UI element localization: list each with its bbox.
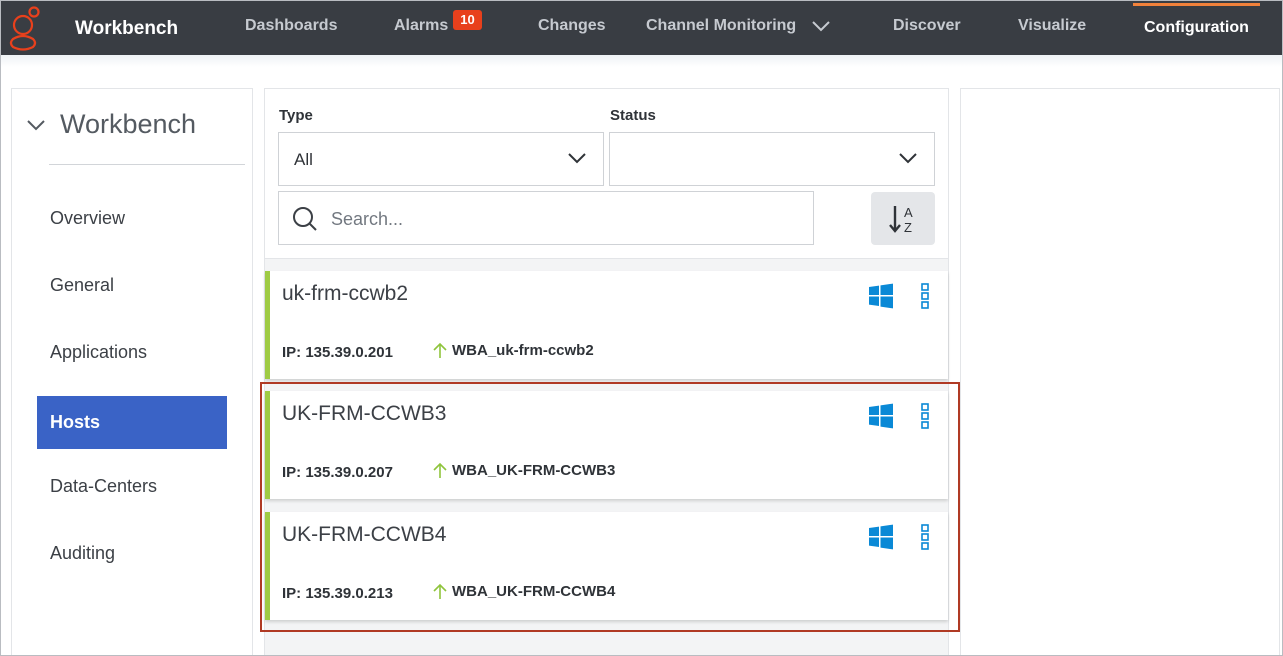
- host-name[interactable]: uk-frm-ccwb2: [282, 282, 408, 306]
- alarms-count-badge: 10: [453, 10, 482, 30]
- host-application[interactable]: WBA_uk-frm-ccwb2: [432, 341, 594, 359]
- nav-visualize[interactable]: Visualize: [1018, 17, 1086, 35]
- sidebar-item-overview[interactable]: Overview: [37, 192, 227, 245]
- topbar-shadow: [1, 55, 1282, 67]
- genesys-logo-icon[interactable]: [9, 5, 43, 51]
- type-filter-select[interactable]: All: [278, 132, 604, 186]
- search-input[interactable]: [331, 207, 791, 231]
- search-icon: [293, 207, 317, 231]
- windows-icon: [869, 283, 893, 309]
- windows-icon: [869, 524, 893, 550]
- host-ip: IP: 135.39.0.213: [282, 585, 393, 602]
- svg-text:A: A: [904, 205, 913, 220]
- host-ip: IP: 135.39.0.201: [282, 344, 393, 361]
- chevron-down-icon: [811, 21, 830, 32]
- nav-configuration[interactable]: Configuration: [1144, 19, 1249, 37]
- sidebar-item-general[interactable]: General: [37, 259, 227, 312]
- sidebar-header[interactable]: Workbench: [26, 109, 196, 140]
- top-navigation-bar: Workbench Dashboards Alarms 10 Changes C…: [1, 1, 1282, 55]
- sidebar-item-hosts[interactable]: Hosts: [37, 396, 227, 449]
- status-filter-label: Status: [610, 107, 656, 124]
- nav-channel-monitoring[interactable]: Channel Monitoring: [646, 17, 831, 35]
- sort-alpha-button[interactable]: A Z: [871, 192, 935, 245]
- host-ip: IP: 135.39.0.207: [282, 464, 393, 481]
- host-application[interactable]: WBA_UK-FRM-CCWB3: [432, 461, 615, 479]
- nav-changes[interactable]: Changes: [538, 17, 606, 35]
- sidebar-title: Workbench: [60, 109, 197, 139]
- nav-dashboards[interactable]: Dashboards: [245, 17, 337, 35]
- arrow-up-icon: [433, 462, 447, 478]
- sidebar-item-data-centers[interactable]: Data-Centers: [37, 460, 227, 513]
- sidebar-item-applications[interactable]: Applications: [37, 326, 227, 379]
- host-card[interactable]: UK-FRM-CCWB4 IP: 135.39.0.213 WBA_UK-FRM…: [265, 512, 948, 620]
- chevron-down-icon: [899, 153, 917, 164]
- divider: [49, 164, 245, 165]
- nav-channel-monitoring-label: Channel Monitoring: [646, 17, 797, 34]
- app-window: Workbench Dashboards Alarms 10 Changes C…: [0, 0, 1283, 656]
- sidebar-item-auditing[interactable]: Auditing: [37, 527, 227, 580]
- host-application[interactable]: WBA_UK-FRM-CCWB4: [432, 582, 615, 600]
- filter-bar: Type All Status Search... A Z: [265, 89, 948, 259]
- svg-text:Z: Z: [904, 220, 912, 235]
- more-options-icon[interactable]: [921, 524, 929, 550]
- sidebar: Workbench Overview General Applications …: [11, 88, 253, 655]
- host-card[interactable]: UK-FRM-CCWB3 IP: 135.39.0.207 WBA_UK-FRM…: [265, 391, 948, 499]
- more-options-icon[interactable]: [921, 403, 929, 429]
- active-tab-indicator: [1133, 3, 1260, 6]
- host-card[interactable]: uk-frm-ccwb2 IP: 135.39.0.201 WBA_uk-frm…: [265, 271, 948, 379]
- search-box[interactable]: [278, 191, 814, 245]
- host-application-label: WBA_UK-FRM-CCWB3: [452, 461, 616, 479]
- app-title[interactable]: Workbench: [75, 18, 178, 40]
- more-options-icon[interactable]: [921, 283, 929, 309]
- nav-alarms[interactable]: Alarms: [394, 17, 448, 35]
- host-name[interactable]: UK-FRM-CCWB4: [282, 523, 446, 547]
- type-filter-value: All: [294, 150, 313, 169]
- details-panel: [960, 88, 1280, 655]
- host-application-label: WBA_uk-frm-ccwb2: [452, 341, 594, 359]
- host-name[interactable]: UK-FRM-CCWB3: [282, 402, 446, 426]
- hosts-list-panel: Type All Status Search... A Z uk-frm-ccw…: [264, 88, 949, 655]
- arrow-up-icon: [433, 342, 447, 358]
- type-filter-label: Type: [279, 107, 313, 124]
- arrow-up-icon: [433, 583, 447, 599]
- windows-icon: [869, 403, 893, 429]
- sort-alpha-asc-icon: A Z: [889, 205, 913, 235]
- nav-discover[interactable]: Discover: [893, 17, 961, 35]
- status-filter-select[interactable]: [609, 132, 935, 186]
- host-application-label: WBA_UK-FRM-CCWB4: [452, 582, 616, 600]
- chevron-down-icon[interactable]: [26, 119, 46, 131]
- chevron-down-icon: [568, 153, 586, 164]
